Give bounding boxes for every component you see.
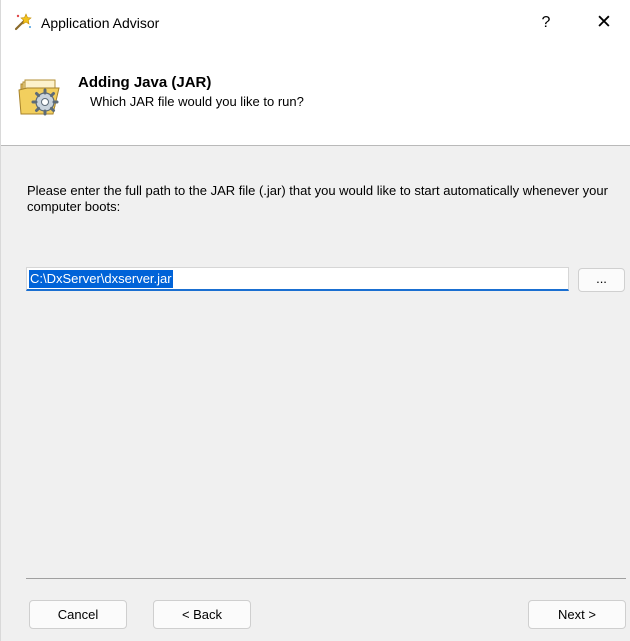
wizard-window: Application Advisor ? ✕ Adding Java (JAR…	[0, 0, 630, 641]
header-subtitle: Which JAR file would you like to run?	[90, 94, 304, 109]
help-button[interactable]: ?	[534, 12, 558, 34]
folder-gear-icon	[18, 79, 60, 116]
jar-path-input[interactable]: C:\DxServer\dxserver.jar	[26, 267, 569, 291]
jar-path-value: C:\DxServer\dxserver.jar	[29, 270, 173, 288]
window-title: Application Advisor	[41, 15, 160, 31]
wizard-header: Adding Java (JAR) Which JAR file would y…	[1, 44, 630, 146]
next-button[interactable]: Next >	[528, 600, 626, 629]
cancel-button[interactable]: Cancel	[29, 600, 127, 629]
instruction-text: Please enter the full path to the JAR fi…	[27, 183, 608, 214]
footer-divider	[26, 578, 626, 579]
back-button[interactable]: < Back	[153, 600, 251, 629]
close-button[interactable]: ✕	[592, 12, 616, 34]
header-title: Adding Java (JAR)	[78, 74, 212, 91]
magic-wand-icon	[14, 13, 32, 31]
browse-button[interactable]: ...	[578, 268, 625, 292]
title-bar: Application Advisor ? ✕	[1, 0, 630, 44]
